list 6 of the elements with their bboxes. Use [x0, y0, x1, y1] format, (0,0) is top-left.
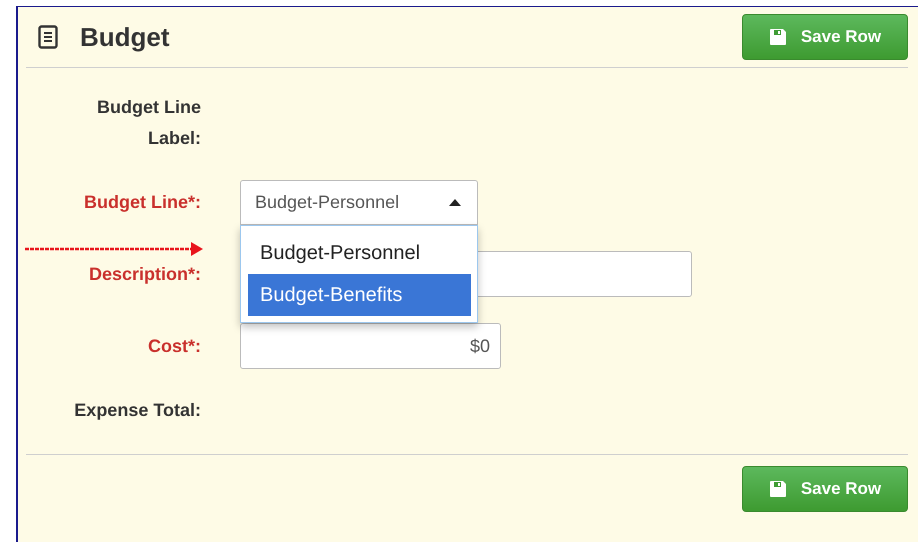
field-label: Budget Line*: — [84, 191, 201, 214]
field-label: Cost*: — [148, 334, 201, 358]
field-label: Expense Total: — [74, 399, 201, 422]
panel-title: Budget — [80, 22, 170, 52]
field-label: Description*: — [88, 262, 201, 286]
field-label: Budget Line Label: — [96, 96, 201, 150]
